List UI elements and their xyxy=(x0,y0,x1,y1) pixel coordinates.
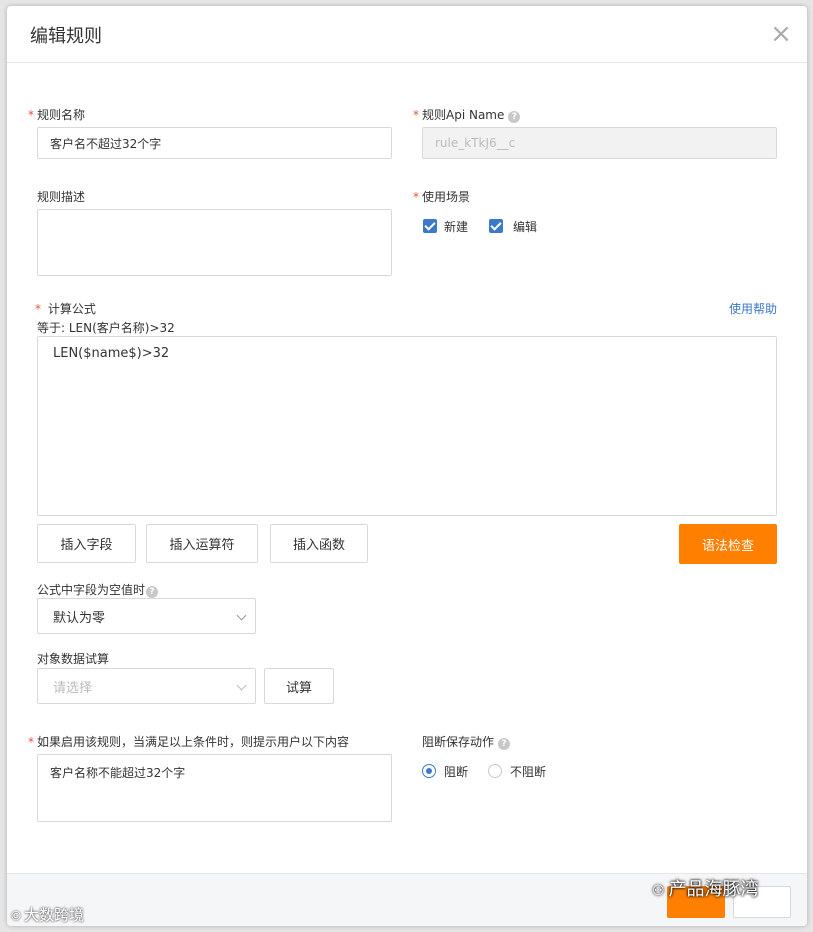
help-icon[interactable]: ? xyxy=(146,586,159,598)
usage-scene-label-text: 使用场景 xyxy=(422,190,471,204)
empty-field-selected-value: 默认为零 xyxy=(53,610,106,626)
prompt-label: * 如果启用该规则，当满足以上条件时，则提示用户以下内容 xyxy=(28,733,349,750)
chevron-down-icon xyxy=(236,610,247,621)
help-icon[interactable]: ? xyxy=(498,738,511,750)
chevron-down-icon xyxy=(236,680,247,691)
watermark-right-text: 产品海豚湾 xyxy=(668,879,759,900)
formula-equals-text: 等于: LEN(客户名称)>32 xyxy=(37,321,175,335)
rule-name-value: 客户名不超过32个字 xyxy=(50,136,162,151)
checkbox-new-label: 新建 xyxy=(444,220,469,234)
watermark-left-text: 大数跨境 xyxy=(24,906,85,924)
formula-editor[interactable]: LEN($name$)>32 xyxy=(37,336,777,516)
rule-description-label: 规则描述 xyxy=(37,190,86,204)
prompt-value: 客户名称不能超过32个字 xyxy=(50,766,186,780)
logo-icon: © xyxy=(10,909,22,923)
prompt-textarea[interactable]: 客户名称不能超过32个字 xyxy=(37,754,392,822)
syntax-check-button[interactable]: 语法检查 xyxy=(679,524,777,564)
required-mark: * xyxy=(35,302,41,316)
trial-button[interactable]: 试算 xyxy=(264,668,334,704)
required-mark: * xyxy=(28,108,34,122)
insert-operator-button[interactable]: 插入运算符 xyxy=(146,524,258,563)
trial-label: 对象数据试算 xyxy=(37,652,110,666)
trial-select-placeholder: 请选择 xyxy=(53,680,93,696)
usage-scene-label: * 使用场景 xyxy=(413,188,470,205)
required-mark: * xyxy=(28,735,34,749)
prompt-label-text: 如果启用该规则，当满足以上条件时，则提示用户以下内容 xyxy=(37,735,350,749)
empty-field-label-text: 公式中字段为空值时 xyxy=(37,583,146,597)
formula-label: * 计算公式 xyxy=(35,300,96,317)
required-mark: * xyxy=(413,108,419,122)
rule-api-name-input: rule_kTkJ6__c xyxy=(422,127,777,159)
rule-api-name-label: * 规则Api Name? xyxy=(413,106,521,123)
rule-api-name-value: rule_kTkJ6__c xyxy=(435,136,516,150)
insert-field-button[interactable]: 插入字段 xyxy=(37,524,136,563)
trial-object-select[interactable]: 请选择 xyxy=(37,668,256,704)
rule-description-textarea[interactable] xyxy=(37,209,392,276)
rule-name-label: * 规则名称 xyxy=(28,106,85,123)
help-icon[interactable]: ? xyxy=(508,111,521,123)
close-icon[interactable]: × xyxy=(769,21,793,47)
radio-block-label: 阻断 xyxy=(444,765,469,779)
formula-label-text: 计算公式 xyxy=(47,302,96,316)
watermark-right: ⚇ 产品海豚湾 xyxy=(652,875,759,901)
block-save-label-text: 阻断保存动作 xyxy=(422,735,495,749)
rule-name-label-text: 规则名称 xyxy=(37,108,86,122)
empty-field-label: 公式中字段为空值时? xyxy=(37,581,159,598)
required-mark: * xyxy=(413,190,419,204)
dialog-title: 编辑规则 xyxy=(30,26,102,47)
checkbox-edit-label: 编辑 xyxy=(513,220,538,234)
insert-function-button[interactable]: 插入函数 xyxy=(270,524,368,563)
checkbox-new[interactable] xyxy=(423,219,437,233)
rule-name-input[interactable]: 客户名不超过32个字 xyxy=(37,127,392,159)
formula-value: LEN($name$)>32 xyxy=(53,346,170,361)
empty-field-select[interactable]: 默认为零 xyxy=(37,598,256,634)
radio-no-block-label: 不阻断 xyxy=(510,765,547,779)
watermark-left: © 大数跨境 xyxy=(10,904,84,925)
rule-api-name-label-text: 规则Api Name xyxy=(422,108,505,122)
checkbox-edit[interactable] xyxy=(489,219,503,233)
block-save-label: 阻断保存动作? xyxy=(422,733,511,750)
radio-no-block[interactable] xyxy=(488,764,502,778)
radio-block[interactable] xyxy=(422,764,436,778)
edit-rule-dialog: 编辑规则 × * 规则名称 客户名不超过32个字 * 规则Api Name? rul… xyxy=(7,6,807,926)
dialog-header: 编辑规则 × xyxy=(7,6,807,63)
wechat-icon: ⚇ xyxy=(652,883,665,899)
usage-help-link[interactable]: 使用帮助 xyxy=(729,300,777,317)
